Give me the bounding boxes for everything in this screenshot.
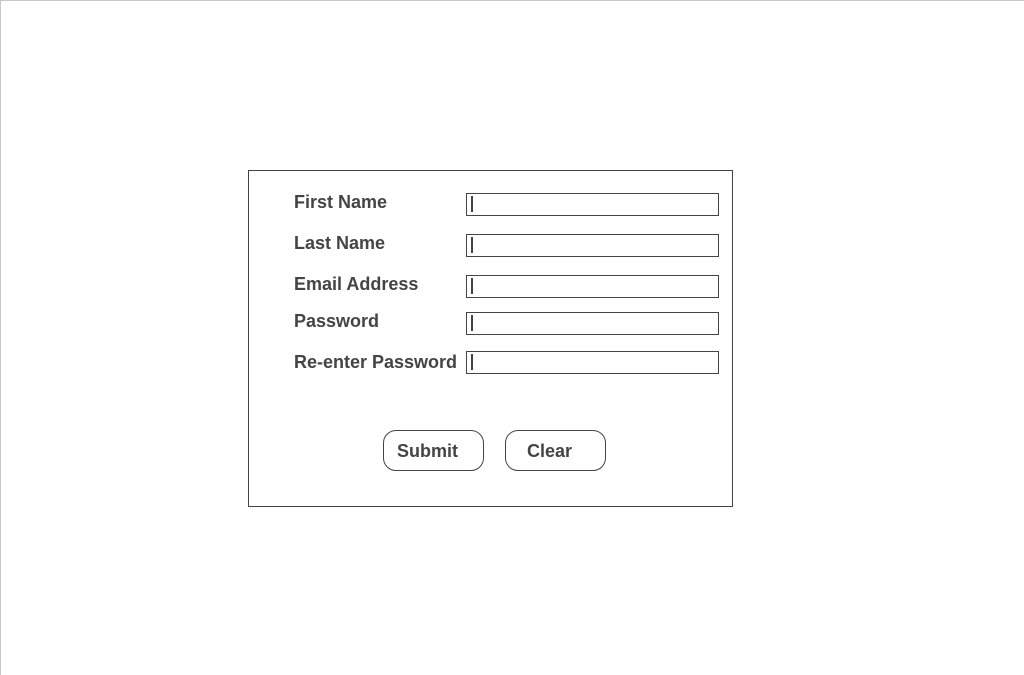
last-name-input[interactable]: [466, 234, 719, 257]
text-cursor: [471, 237, 473, 253]
first-name-label: First Name: [294, 192, 388, 212]
reenter-password-input[interactable]: [466, 351, 719, 374]
text-cursor: [471, 278, 473, 294]
first-name-input[interactable]: [466, 193, 719, 216]
registration-form-panel: [248, 170, 733, 507]
clear-button-label: Clear: [527, 441, 573, 461]
clear-button[interactable]: Clear: [505, 430, 606, 471]
last-name-label: Last Name: [294, 233, 386, 253]
reenter-password-label: Re-enter Password: [294, 352, 458, 372]
email-address-label: Email Address: [294, 274, 419, 294]
submit-button[interactable]: Submit: [383, 430, 484, 471]
password-input[interactable]: [466, 312, 719, 335]
password-label: Password: [294, 311, 380, 331]
submit-button-label: Submit: [397, 441, 458, 461]
text-cursor: [471, 354, 473, 370]
text-cursor: [471, 196, 473, 212]
text-cursor: [471, 315, 473, 331]
email-address-input[interactable]: [466, 275, 719, 298]
